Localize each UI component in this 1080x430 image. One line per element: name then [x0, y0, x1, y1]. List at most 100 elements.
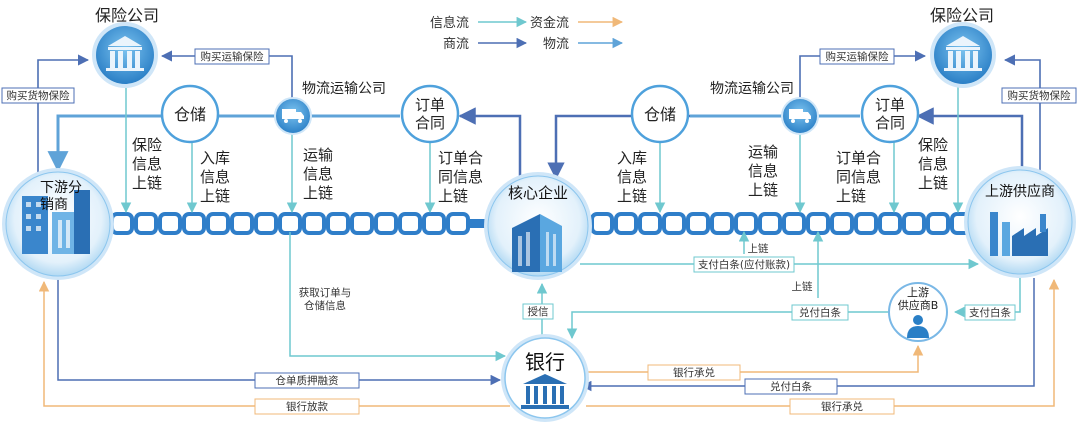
- chain-link: [878, 212, 902, 235]
- order-right-line1: 订单: [875, 96, 905, 114]
- order-right: 订单 合同: [860, 84, 920, 144]
- label-redeem-iou-1: 兑付白条: [799, 306, 841, 319]
- chain-link: [902, 212, 926, 235]
- label-buy-goods-ins-left: 购买货物保险: [7, 89, 70, 102]
- label-credit: 授信: [528, 305, 549, 318]
- upstream-supplier: 上游供应商: [964, 166, 1076, 278]
- label-warehouse-pledge: 仓单质押融资: [276, 374, 339, 387]
- chain-label-transport-right-2: 信息: [748, 162, 778, 180]
- label-buy-transport-ins-left: 购买运输保险: [201, 50, 264, 63]
- chain-link: [782, 212, 806, 235]
- logistics-right: 物流运输公司: [710, 81, 819, 135]
- chain-label-order-left-3: 上链: [438, 187, 468, 205]
- chain-link: [614, 212, 638, 235]
- upstream-b-line2: 供应商B: [898, 298, 939, 312]
- chain-label-insurance-left-2: 信息: [132, 155, 162, 173]
- chain-link: [182, 212, 206, 235]
- chain-label-insurance-left-3: 上链: [132, 174, 162, 192]
- label-chain-up-1: 上链: [748, 242, 769, 255]
- legend-business-label: 商流: [443, 37, 469, 52]
- chain-label-inbound-left-3: 上链: [200, 187, 230, 205]
- chain-link: [398, 212, 422, 235]
- chain-link: [326, 212, 350, 235]
- chain-link: [590, 212, 614, 235]
- chain-link: [926, 212, 950, 235]
- legend-capital-label: 资金流: [530, 15, 569, 31]
- insurer-right: 保险公司: [930, 6, 996, 88]
- chain-link: [158, 212, 182, 235]
- warehouse-left: 仓储: [160, 84, 220, 144]
- upstream-label: 上游供应商: [985, 183, 1055, 200]
- chain-link: [134, 212, 158, 235]
- label-pay-iou-b: 支付白条: [969, 306, 1011, 319]
- chain-link: [302, 212, 326, 235]
- downstream-distributor: 下游分 销商: [2, 168, 114, 280]
- warehouse-left-label: 仓储: [174, 105, 206, 124]
- blockchain-right: [590, 212, 974, 235]
- chain-link: [446, 212, 470, 235]
- chain-link: [638, 212, 662, 235]
- label-buy-goods-ins-right: 购买货物保险: [1008, 89, 1071, 102]
- chain-label-insurance-right-3: 上链: [918, 174, 948, 192]
- upstream-b-line1: 上游: [907, 286, 929, 299]
- core-enterprise: 核心企业: [484, 172, 592, 280]
- core-label: 核心企业: [508, 184, 568, 202]
- label-get-order-1: 获取订单与: [299, 287, 352, 299]
- legend-info-label: 信息流: [430, 15, 469, 31]
- chain-label-transport-right-1: 运输: [748, 143, 778, 161]
- logistics-left-title: 物流运输公司: [302, 81, 386, 97]
- warehouse-right-label: 仓储: [644, 105, 676, 124]
- logistics-right-title: 物流运输公司: [710, 81, 794, 97]
- chain-label-order-right-1: 订单合: [836, 149, 881, 167]
- upstream-supplier-b: 上游 供应商B: [888, 282, 948, 342]
- chain-label-order-right-3: 上链: [836, 187, 866, 205]
- chain-label-insurance-right-1: 保险: [918, 136, 948, 154]
- chain-link: [758, 212, 782, 235]
- label-redeem-iou-2: 兑付白条: [770, 380, 812, 393]
- chain-label-order-right-2: 同信息: [836, 168, 881, 186]
- bank-label: 银行: [525, 350, 565, 374]
- downstream-label-1: 下游分: [40, 180, 82, 196]
- chain-link: [422, 212, 446, 235]
- chain-label-inbound-right-2: 信息: [617, 168, 647, 186]
- bank: 银行: [501, 334, 589, 422]
- chain-label-transport-right-3: 上链: [748, 181, 778, 199]
- label-buy-transport-ins-right: 购买运输保险: [826, 50, 889, 63]
- chain-link: [830, 212, 854, 235]
- warehouse-right: 仓储: [630, 84, 690, 144]
- chain-label-inbound-right-1: 入库: [617, 149, 647, 167]
- chain-label-transport-left-3: 上链: [303, 184, 333, 202]
- chain-link: [230, 212, 254, 235]
- chain-link: [350, 212, 374, 235]
- chain-label-order-left-2: 同信息: [438, 168, 483, 186]
- legend: 信息流 资金流 商流 物流: [430, 15, 624, 52]
- downstream-label-2: 销商: [40, 197, 68, 213]
- label-pay-iou: 支付白条(应付账款): [698, 258, 790, 271]
- chain-link: [734, 212, 758, 235]
- blockchain-left: [110, 212, 490, 235]
- chain-link: [854, 212, 878, 235]
- chain-link: [110, 212, 134, 235]
- chain-link: [206, 212, 230, 235]
- label-chain-up-2: 上链: [792, 280, 813, 293]
- chain-label-inbound-right-3: 上链: [617, 187, 647, 205]
- legend-logistics-label: 物流: [543, 37, 569, 52]
- chain-label-transport-left-2: 信息: [303, 165, 333, 183]
- label-bank-accept-1: 银行承兑: [673, 366, 715, 379]
- order-left: 订单 合同: [400, 84, 460, 144]
- chain-link: [686, 212, 710, 235]
- chain-link: [710, 212, 734, 235]
- chain-link: [254, 212, 278, 235]
- supply-chain-diagram: 信息流 资金流 商流 物流 购买运输保险 购买货物保险 购买运输保险 购买货物保…: [1, 6, 1077, 422]
- insurer-left: 保险公司: [92, 6, 159, 88]
- chain-label-inbound-left-1: 入库: [200, 149, 230, 167]
- chain-link: [806, 212, 830, 235]
- label-bank-accept-2: 银行承兑: [821, 400, 863, 413]
- chain-label-inbound-left-2: 信息: [200, 168, 230, 186]
- order-right-line2: 合同: [875, 114, 905, 132]
- flow-bank-accept-1: [586, 344, 924, 373]
- chain-link: [662, 212, 686, 235]
- chain-link: [278, 212, 302, 235]
- chain-label-transport-left-1: 运输: [303, 146, 333, 164]
- order-left-line2: 合同: [415, 114, 445, 132]
